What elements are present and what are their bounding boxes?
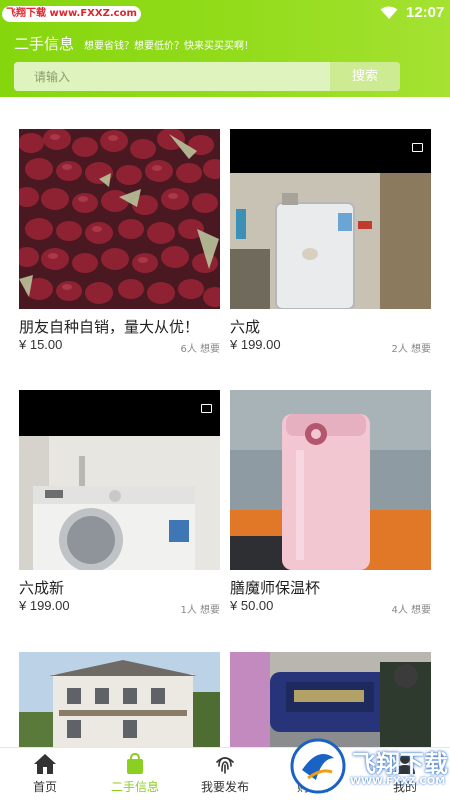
nav-publish[interactable]: 我要发布 <box>180 748 270 800</box>
nav-label: 我要发布 <box>200 780 249 794</box>
item-want-count: 2人 想要 <box>391 344 431 355</box>
search-bar: 搜索 <box>14 62 400 91</box>
nav-home[interactable]: 首页 <box>0 748 90 800</box>
corner-watermark: 飞翔下载 WWW.FXXZ.COM <box>288 736 448 796</box>
item-grid: 朋友自种自销，量大从优！ ¥ 15.00 6人 想要 六成 ¥ 199.00 2 <box>0 97 450 747</box>
item-card[interactable]: 膳魔师保温杯 ¥ 50.00 4人 想要 <box>230 390 431 622</box>
status-watermark: 飞翔下载 www.FXXZ.com <box>2 6 141 22</box>
video-icon <box>412 143 423 152</box>
item-image <box>19 652 220 747</box>
item-price: ¥ 50.00 <box>230 598 274 613</box>
wifi-icon <box>380 6 398 19</box>
search-button[interactable]: 搜索 <box>330 62 400 91</box>
nav-label: 首页 <box>32 780 57 794</box>
item-title: 六成新 <box>19 579 65 597</box>
item-card[interactable]: 六成 ¥ 199.00 2人 想要 <box>230 129 431 361</box>
item-image <box>19 129 220 309</box>
search-input[interactable] <box>14 62 330 91</box>
item-title: 六成 <box>230 318 261 336</box>
item-card[interactable]: 六成新 ¥ 199.00 1人 想要 <box>19 390 220 622</box>
item-want-count: 4人 想要 <box>391 605 431 616</box>
video-icon <box>201 404 212 413</box>
fingerprint-icon <box>216 757 234 774</box>
page-subtitle: 想要省钱？想要低价？快来买买买啊！ <box>84 41 254 52</box>
item-card[interactable] <box>19 652 220 747</box>
page-title: 二手信息 <box>14 35 75 53</box>
item-image <box>230 652 431 747</box>
watermark-url: WWW.FXXZ.COM <box>350 776 446 787</box>
shopping-bag-icon <box>127 753 143 774</box>
nav-label: 二手信息 <box>110 780 159 794</box>
item-image <box>19 390 220 570</box>
item-want-count: 6人 想要 <box>180 344 220 355</box>
item-price: ¥ 15.00 <box>19 337 63 352</box>
item-image <box>230 129 431 309</box>
watermark-title: 飞翔下载 <box>352 750 448 778</box>
item-card[interactable] <box>230 652 431 747</box>
item-price: ¥ 199.00 <box>230 337 281 352</box>
item-card[interactable]: 朋友自种自销，量大从优！ ¥ 15.00 6人 想要 <box>19 129 220 361</box>
status-bar: 飞翔下载 www.FXXZ.com 12:07 <box>0 0 450 26</box>
watermark-logo-icon <box>290 738 346 794</box>
item-price: ¥ 199.00 <box>19 598 70 613</box>
item-image <box>230 390 431 570</box>
item-title: 朋友自种自销，量大从优！ <box>19 318 200 336</box>
home-icon <box>34 754 56 774</box>
clock: 12:07 <box>406 4 445 21</box>
item-want-count: 1人 想要 <box>180 605 220 616</box>
nav-secondhand[interactable]: 二手信息 <box>90 748 180 800</box>
header: 飞翔下载 www.FXXZ.com 12:07 二手信息 想要省钱？想要低价？快… <box>0 0 450 97</box>
item-title: 膳魔师保温杯 <box>230 579 321 597</box>
